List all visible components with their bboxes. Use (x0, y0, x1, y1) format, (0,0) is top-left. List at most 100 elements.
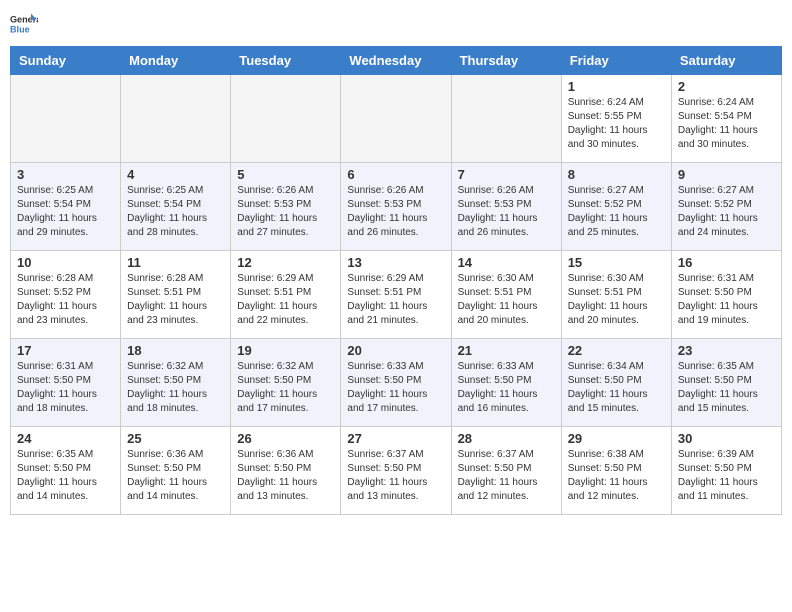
day-info: Sunrise: 6:28 AM Sunset: 5:52 PM Dayligh… (17, 272, 114, 328)
calendar-cell: 6Sunrise: 6:26 AM Sunset: 5:53 PM Daylig… (341, 163, 451, 251)
day-number: 26 (237, 431, 334, 446)
day-info: Sunrise: 6:37 AM Sunset: 5:50 PM Dayligh… (458, 448, 555, 504)
day-number: 21 (458, 343, 555, 358)
day-number: 24 (17, 431, 114, 446)
calendar-cell: 10 Sunrise: 6:28 AM Sunset: 5:52 PM Dayli… (11, 251, 121, 339)
calendar-cell: 20 Sunrise: 6:33 AM Sunset: 5:50 PM Dayli… (341, 339, 451, 427)
day-number: 5 (237, 167, 334, 182)
day-info: Sunrise: 6:31 AM Sunset: 5:50 PM Dayligh… (678, 272, 775, 328)
day-info: Sunrise: 6:25 AM Sunset: 5:54 PM Dayligh… (127, 184, 224, 240)
day-info: Sunrise: 6:37 AM Sunset: 5:50 PM Dayligh… (347, 448, 444, 504)
svg-text:Blue: Blue (10, 24, 30, 34)
logo-icon: General Blue (10, 10, 38, 38)
calendar-cell: 2 Sunrise: 6:24 AM Sunset: 5:54 PM Daylig… (671, 75, 781, 163)
page-header: General Blue (10, 10, 782, 38)
calendar-cell: 22 Sunrise: 6:34 AM Sunset: 5:50 PM Dayli… (561, 339, 671, 427)
day-header-tuesday: Tuesday (231, 47, 341, 75)
calendar-table: SundayMondayTuesdayWednesdayThursdayFrid… (10, 46, 782, 515)
day-number: 11 (127, 255, 224, 270)
calendar-cell: 4 Sunrise: 6:25 AM Sunset: 5:54 PM Daylig… (121, 163, 231, 251)
day-info: Sunrise: 6:26 AM Sunset: 5:53 PM Dayligh… (237, 184, 334, 240)
day-number: 1 (568, 79, 665, 94)
day-number: 20 (347, 343, 444, 358)
calendar-cell: 11Sunrise: 6:28 AM Sunset: 5:51 PM Dayli… (121, 251, 231, 339)
day-number: 7 (458, 167, 555, 182)
day-number: 15 (568, 255, 665, 270)
day-header-monday: Monday (121, 47, 231, 75)
calendar-cell: 1 Sunrise: 6:24 AM Sunset: 5:55 PM Daylig… (561, 75, 671, 163)
calendar-cell: 25 Sunrise: 6:36 AM Sunset: 5:50 PM Dayli… (121, 427, 231, 515)
day-number: 30 (678, 431, 775, 446)
day-header-sunday: Sunday (11, 47, 121, 75)
calendar-cell (11, 75, 121, 163)
calendar-cell: 24 Sunrise: 6:35 AM Sunset: 5:50 PM Dayli… (11, 427, 121, 515)
day-number: 9 (678, 167, 775, 182)
day-info: Sunrise: 6:30 AM Sunset: 5:51 PM Dayligh… (458, 272, 555, 328)
day-number: 29 (568, 431, 665, 446)
day-info: Sunrise: 6:24 AM Sunset: 5:54 PM Dayligh… (678, 96, 775, 152)
calendar-cell: 21 Sunrise: 6:33 AM Sunset: 5:50 PM Dayli… (451, 339, 561, 427)
day-header-friday: Friday (561, 47, 671, 75)
calendar-cell: 14 Sunrise: 6:30 AM Sunset: 5:51 PM Dayli… (451, 251, 561, 339)
calendar-cell: 28 Sunrise: 6:37 AM Sunset: 5:50 PM Dayli… (451, 427, 561, 515)
calendar-cell: 18Sunrise: 6:32 AM Sunset: 5:50 PM Dayli… (121, 339, 231, 427)
day-info: Sunrise: 6:26 AM Sunset: 5:53 PM Dayligh… (458, 184, 555, 240)
day-number: 2 (678, 79, 775, 94)
logo: General Blue (10, 10, 42, 38)
day-info: Sunrise: 6:35 AM Sunset: 5:50 PM Dayligh… (678, 360, 775, 416)
day-number: 4 (127, 167, 224, 182)
day-number: 18 (127, 343, 224, 358)
day-info: Sunrise: 6:35 AM Sunset: 5:50 PM Dayligh… (17, 448, 114, 504)
day-number: 14 (458, 255, 555, 270)
day-number: 28 (458, 431, 555, 446)
day-header-thursday: Thursday (451, 47, 561, 75)
day-number: 13 (347, 255, 444, 270)
day-info: Sunrise: 6:24 AM Sunset: 5:55 PM Dayligh… (568, 96, 665, 152)
day-info: Sunrise: 6:27 AM Sunset: 5:52 PM Dayligh… (678, 184, 775, 240)
calendar-cell: 29 Sunrise: 6:38 AM Sunset: 5:50 PM Dayli… (561, 427, 671, 515)
calendar-cell: 19Sunrise: 6:32 AM Sunset: 5:50 PM Dayli… (231, 339, 341, 427)
calendar-cell: 7 Sunrise: 6:26 AM Sunset: 5:53 PM Daylig… (451, 163, 561, 251)
calendar-cell (341, 75, 451, 163)
day-info: Sunrise: 6:30 AM Sunset: 5:51 PM Dayligh… (568, 272, 665, 328)
day-number: 12 (237, 255, 334, 270)
day-info: Sunrise: 6:25 AM Sunset: 5:54 PM Dayligh… (17, 184, 114, 240)
calendar-cell (451, 75, 561, 163)
calendar-cell: 30 Sunrise: 6:39 AM Sunset: 5:50 PM Dayli… (671, 427, 781, 515)
day-info: Sunrise: 6:36 AM Sunset: 5:50 PM Dayligh… (237, 448, 334, 504)
calendar-cell (231, 75, 341, 163)
day-info: Sunrise: 6:29 AM Sunset: 5:51 PM Dayligh… (237, 272, 334, 328)
day-info: Sunrise: 6:34 AM Sunset: 5:50 PM Dayligh… (568, 360, 665, 416)
day-info: Sunrise: 6:39 AM Sunset: 5:50 PM Dayligh… (678, 448, 775, 504)
day-number: 22 (568, 343, 665, 358)
calendar-week-row: 1 Sunrise: 6:24 AM Sunset: 5:55 PM Daylig… (11, 75, 782, 163)
day-number: 16 (678, 255, 775, 270)
day-info: Sunrise: 6:32 AM Sunset: 5:50 PM Dayligh… (237, 360, 334, 416)
day-number: 10 (17, 255, 114, 270)
day-number: 3 (17, 167, 114, 182)
day-number: 17 (17, 343, 114, 358)
day-info: Sunrise: 6:31 AM Sunset: 5:50 PM Dayligh… (17, 360, 114, 416)
calendar-cell: 9 Sunrise: 6:27 AM Sunset: 5:52 PM Daylig… (671, 163, 781, 251)
calendar-cell: 15 Sunrise: 6:30 AM Sunset: 5:51 PM Dayli… (561, 251, 671, 339)
day-number: 25 (127, 431, 224, 446)
day-number: 8 (568, 167, 665, 182)
day-info: Sunrise: 6:33 AM Sunset: 5:50 PM Dayligh… (347, 360, 444, 416)
day-number: 23 (678, 343, 775, 358)
day-info: Sunrise: 6:36 AM Sunset: 5:50 PM Dayligh… (127, 448, 224, 504)
day-info: Sunrise: 6:29 AM Sunset: 5:51 PM Dayligh… (347, 272, 444, 328)
day-number: 27 (347, 431, 444, 446)
calendar-cell: 16 Sunrise: 6:31 AM Sunset: 5:50 PM Dayli… (671, 251, 781, 339)
calendar-cell: 23 Sunrise: 6:35 AM Sunset: 5:50 PM Dayli… (671, 339, 781, 427)
calendar-cell: 13 Sunrise: 6:29 AM Sunset: 5:51 PM Dayli… (341, 251, 451, 339)
calendar-cell: 5 Sunrise: 6:26 AM Sunset: 5:53 PM Daylig… (231, 163, 341, 251)
calendar-cell: 8Sunrise: 6:27 AM Sunset: 5:52 PM Daylig… (561, 163, 671, 251)
day-number: 6 (347, 167, 444, 182)
day-info: Sunrise: 6:38 AM Sunset: 5:50 PM Dayligh… (568, 448, 665, 504)
calendar-week-row: 24 Sunrise: 6:35 AM Sunset: 5:50 PM Dayli… (11, 427, 782, 515)
calendar-cell: 3 Sunrise: 6:25 AM Sunset: 5:54 PM Daylig… (11, 163, 121, 251)
calendar-cell: 26 Sunrise: 6:36 AM Sunset: 5:50 PM Dayli… (231, 427, 341, 515)
day-info: Sunrise: 6:33 AM Sunset: 5:50 PM Dayligh… (458, 360, 555, 416)
calendar-week-row: 10 Sunrise: 6:28 AM Sunset: 5:52 PM Dayli… (11, 251, 782, 339)
calendar-header-row: SundayMondayTuesdayWednesdayThursdayFrid… (11, 47, 782, 75)
